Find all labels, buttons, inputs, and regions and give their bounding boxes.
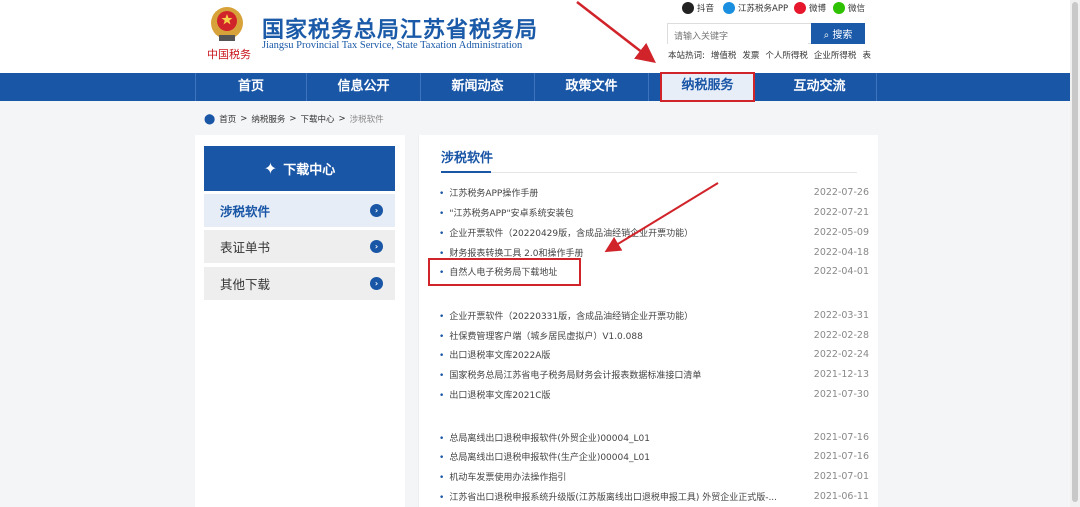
annotation-arrows	[576, 1, 719, 253]
scrollbar[interactable]	[1070, 0, 1080, 507]
scrollbar-thumb[interactable]	[1072, 2, 1078, 502]
arrow-icon	[576, 1, 656, 64]
arrow-icon	[604, 182, 719, 253]
